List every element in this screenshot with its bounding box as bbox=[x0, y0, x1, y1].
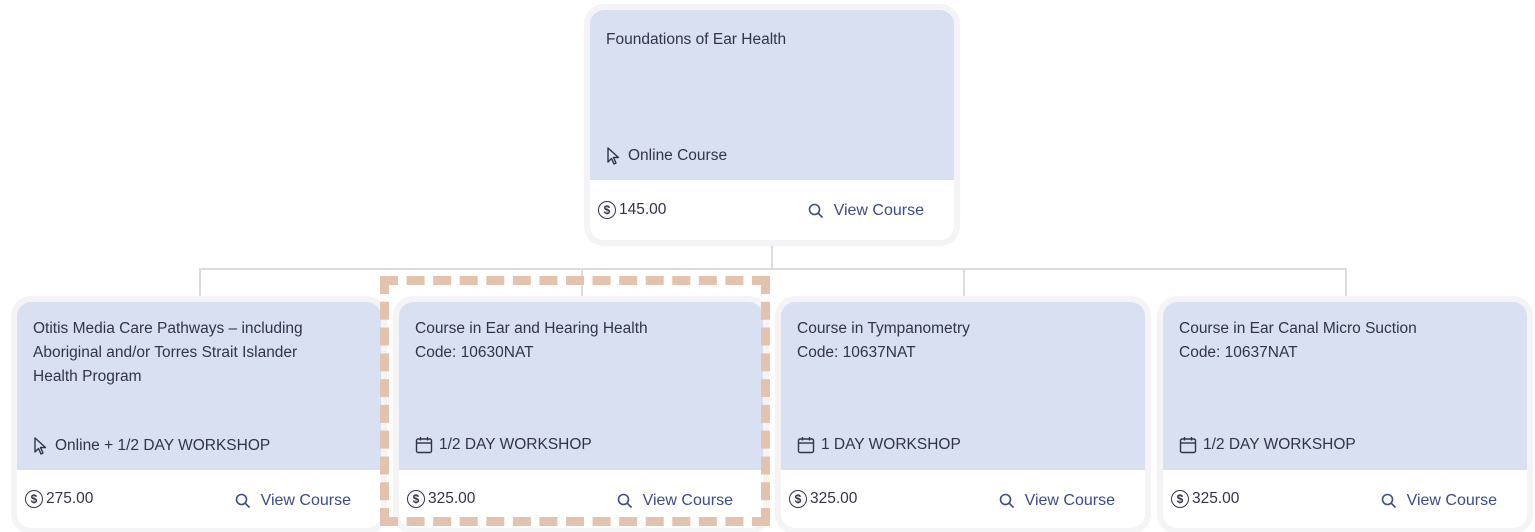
course-title: Course in Ear and Hearing Health Code: 1… bbox=[415, 320, 648, 361]
connector-root-down bbox=[771, 240, 773, 270]
course-price-value: 325.00 bbox=[428, 490, 476, 507]
course-price-value: 275.00 bbox=[46, 490, 94, 507]
course-price-value: 325.00 bbox=[810, 490, 858, 507]
course-price: $ 325.00 bbox=[789, 490, 857, 508]
course-price-value: 145.00 bbox=[619, 201, 667, 218]
calendar-icon bbox=[1179, 437, 1197, 454]
course-mode-label: 1 DAY WORKSHOP bbox=[821, 436, 961, 453]
course-price: $ 275.00 bbox=[25, 490, 93, 508]
course-mode-label: Online Course bbox=[628, 147, 728, 164]
course-title: Foundations of Ear Health bbox=[606, 31, 787, 48]
view-course-label: View Course bbox=[833, 202, 924, 219]
course-mode-label: 1/2 DAY WORKSHOP bbox=[1203, 436, 1356, 453]
search-icon bbox=[1381, 493, 1396, 509]
course-title: Otitis Media Care Pathways – including A… bbox=[33, 320, 303, 385]
course-card: Course in Tympanometry Code: 10637NAT 1 … bbox=[781, 302, 1145, 528]
dollar-icon: $ bbox=[789, 490, 807, 508]
course-price: $ 325.00 bbox=[1171, 490, 1239, 508]
view-course-label: View Course bbox=[1406, 492, 1497, 509]
course-price: $ 325.00 bbox=[407, 490, 475, 508]
course-card: Otitis Media Care Pathways – including A… bbox=[17, 302, 381, 528]
view-course-button[interactable]: View Course bbox=[999, 492, 1115, 510]
view-course-label: View Course bbox=[260, 492, 351, 509]
course-title: Course in Ear Canal Micro Suction Code: … bbox=[1179, 320, 1417, 361]
course-card: Course in Ear Canal Micro Suction Code: … bbox=[1163, 302, 1527, 528]
view-course-button[interactable]: View Course bbox=[808, 202, 924, 220]
course-title: Course in Tympanometry Code: 10637NAT bbox=[797, 320, 970, 361]
course-mode: 1/2 DAY WORKSHOP bbox=[415, 436, 592, 454]
course-mode: 1 DAY WORKSHOP bbox=[797, 436, 961, 454]
connector-child-4 bbox=[1345, 268, 1347, 302]
view-course-button[interactable]: View Course bbox=[235, 492, 351, 510]
course-mode: Online + 1/2 DAY WORKSHOP bbox=[33, 436, 270, 456]
connector-child-1 bbox=[199, 268, 201, 302]
view-course-label: View Course bbox=[1024, 492, 1115, 509]
dollar-icon: $ bbox=[407, 490, 425, 508]
search-icon bbox=[235, 493, 250, 509]
search-icon bbox=[808, 203, 823, 219]
course-mode: Online Course bbox=[606, 146, 727, 166]
calendar-icon bbox=[415, 437, 433, 454]
course-price-value: 325.00 bbox=[1192, 490, 1240, 507]
cursor-icon bbox=[34, 437, 47, 455]
calendar-icon bbox=[797, 437, 815, 454]
dollar-icon: $ bbox=[25, 490, 43, 508]
course-card: Course in Ear and Hearing Health Code: 1… bbox=[399, 302, 763, 528]
dollar-icon: $ bbox=[1171, 490, 1189, 508]
course-mode-label: 1/2 DAY WORKSHOP bbox=[439, 436, 592, 453]
view-course-button[interactable]: View Course bbox=[617, 492, 733, 510]
search-icon bbox=[617, 493, 632, 509]
connector-child-3 bbox=[963, 268, 965, 302]
view-course-label: View Course bbox=[642, 492, 733, 509]
connector-horizontal bbox=[199, 268, 1347, 270]
course-card-root: Foundations of Ear Health Online Course … bbox=[590, 10, 954, 240]
view-course-button[interactable]: View Course bbox=[1381, 492, 1497, 510]
course-mode-label: Online + 1/2 DAY WORKSHOP bbox=[55, 437, 271, 454]
cursor-icon bbox=[607, 147, 620, 165]
connector-child-2 bbox=[581, 268, 583, 302]
course-price: $ 145.00 bbox=[598, 201, 666, 219]
course-mode: 1/2 DAY WORKSHOP bbox=[1179, 436, 1356, 454]
search-icon bbox=[999, 493, 1014, 509]
dollar-icon: $ bbox=[598, 201, 616, 219]
